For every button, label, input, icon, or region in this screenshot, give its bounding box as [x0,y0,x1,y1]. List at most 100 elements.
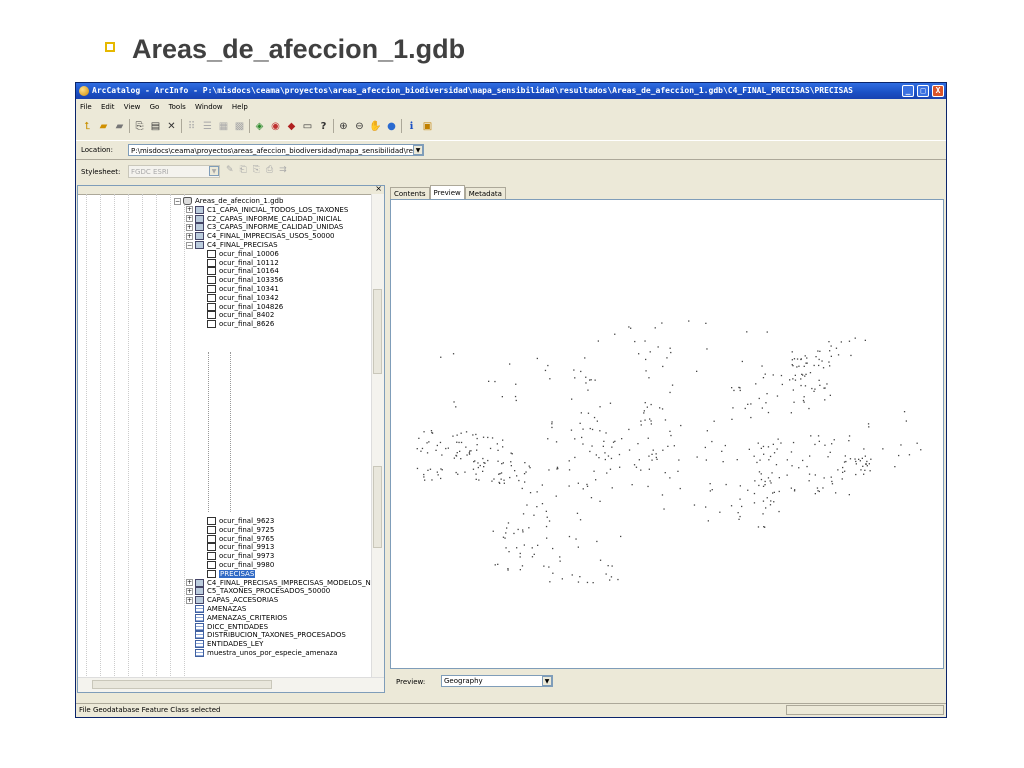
feature-point [593,416,596,419]
feature-point [778,490,780,493]
feature-point [590,497,593,499]
feature-point [574,456,576,459]
arctoolbox-icon[interactable]: ◉ [269,120,282,133]
geography-preview[interactable] [390,199,944,669]
zoom-out-icon[interactable]: ⊖ [353,120,366,133]
tree-table[interactable]: muestra_unos_por_especie_amenaza [195,648,337,658]
tree-feature-class[interactable]: ocur_final_8626 [207,319,274,329]
paste-icon[interactable]: ▤ [149,120,162,133]
menu-help[interactable]: Help [232,103,248,111]
tree-vertical-scrollbar[interactable] [371,194,384,678]
location-input[interactable]: P:\misdocs\ceama\proyectos\areas_afeccio… [128,144,424,156]
feature-point [452,435,454,437]
expand-toggle-icon[interactable]: + [186,206,193,214]
location-dropdown-icon[interactable]: ▼ [413,145,423,155]
metadata-icon[interactable]: ▭ [301,120,314,133]
close-button[interactable]: X [932,85,944,97]
expand-toggle-icon[interactable]: + [186,587,193,595]
whats-this-icon[interactable]: ? [317,120,330,133]
disconnect-folder-icon[interactable]: ▰ [113,120,126,133]
tree-horizontal-scrollbar[interactable] [78,677,384,692]
import-metadata-icon[interactable]: ⎘ [253,165,260,175]
feature-point [662,365,664,368]
feature-point [705,459,707,461]
feature-point [709,483,711,485]
feature-point [706,430,708,432]
edit-metadata-icon[interactable]: ✎ [226,165,234,175]
feature-point [465,431,468,433]
feature-point [516,475,518,477]
preview-dropdown-icon[interactable]: ▼ [542,676,552,686]
expand-toggle-icon[interactable]: + [186,579,193,587]
feature-point [864,455,866,457]
feature-point [487,459,489,462]
feature-point [516,547,518,549]
thumbnails-icon[interactable]: ▩ [233,120,246,133]
tree-vscroll-thumb-lower[interactable] [373,466,382,548]
menu-window[interactable]: Window [195,103,223,111]
pane-close-icon[interactable]: × [375,186,382,193]
expand-toggle-icon[interactable]: + [186,596,193,604]
tree-node-label: ocur_final_9725 [219,525,275,534]
metadata-properties-icon[interactable]: ⎗ [240,165,247,175]
copy-icon[interactable]: ⎘ [133,120,146,133]
feature-point [842,471,844,473]
table-icon [195,631,204,640]
feature-point [864,469,866,471]
create-thumbnail-icon[interactable]: ▣ [421,120,434,133]
feature-point [590,379,592,381]
connect-folder-icon[interactable]: ▰ [97,120,110,133]
feature-point [758,471,761,473]
preview-type-select[interactable]: Geography ▼ [441,675,553,687]
minimize-button[interactable]: _ [902,85,914,97]
stylesheet-select[interactable]: FGDC ESRI ▼ [128,165,220,178]
feature-point [766,393,768,395]
model-builder-icon[interactable]: ◆ [285,120,298,133]
feature-point [831,443,833,445]
list-icon[interactable]: ☰ [201,120,214,133]
expand-toggle-icon[interactable]: + [186,223,193,231]
feature-point [510,461,512,463]
zoom-in-icon[interactable]: ⊕ [337,120,350,133]
menu-view[interactable]: View [124,103,141,111]
title-bar[interactable]: ArcCatalog - ArcInfo - P:\misdocs\ceama\… [76,83,946,99]
menu-file[interactable]: File [80,103,92,111]
launch-arcmap-icon[interactable]: ◈ [253,120,266,133]
menu-go[interactable]: Go [150,103,160,111]
feature-point [813,390,815,392]
full-extent-icon[interactable]: ● [385,120,398,133]
feature-point [829,394,831,396]
tree-vscroll-thumb[interactable] [373,289,382,374]
stylesheet-dropdown-icon[interactable]: ▼ [209,166,219,176]
feature-point [645,370,647,372]
feature-point [905,420,907,422]
expand-toggle-icon[interactable]: − [186,241,193,249]
maximize-button[interactable]: □ [917,85,929,97]
expand-toggle-icon[interactable]: + [186,215,193,223]
pan-icon[interactable]: ✋ [369,120,382,133]
feature-point [761,365,763,367]
tab-preview[interactable]: Preview [429,185,465,200]
expand-toggle-icon[interactable]: + [186,232,193,240]
feature-point [526,504,528,506]
feature-point [814,443,816,446]
create-update-metadata-icon[interactable]: ⇉ [279,165,287,175]
delete-icon[interactable]: ✕ [165,120,178,133]
feature-point [517,528,519,531]
menu-edit[interactable]: Edit [101,103,115,111]
feature-class-icon [207,249,216,258]
details-icon[interactable]: ▦ [217,120,230,133]
up-one-level-icon[interactable]: ⮤ [81,120,94,133]
export-metadata-icon[interactable]: ⎙ [266,165,273,175]
table-icon [195,649,204,657]
menu-tools[interactable]: Tools [169,103,186,111]
feature-point [829,451,831,453]
tree-hscroll-thumb[interactable] [92,680,272,689]
feature-point [768,459,770,461]
expand-toggle-icon[interactable]: − [174,197,181,205]
large-icons-icon[interactable]: ⠿ [185,120,198,133]
feature-point [816,487,819,489]
feature-point [793,358,796,360]
identify-icon[interactable]: ℹ [405,120,418,133]
feature-point [771,472,773,474]
